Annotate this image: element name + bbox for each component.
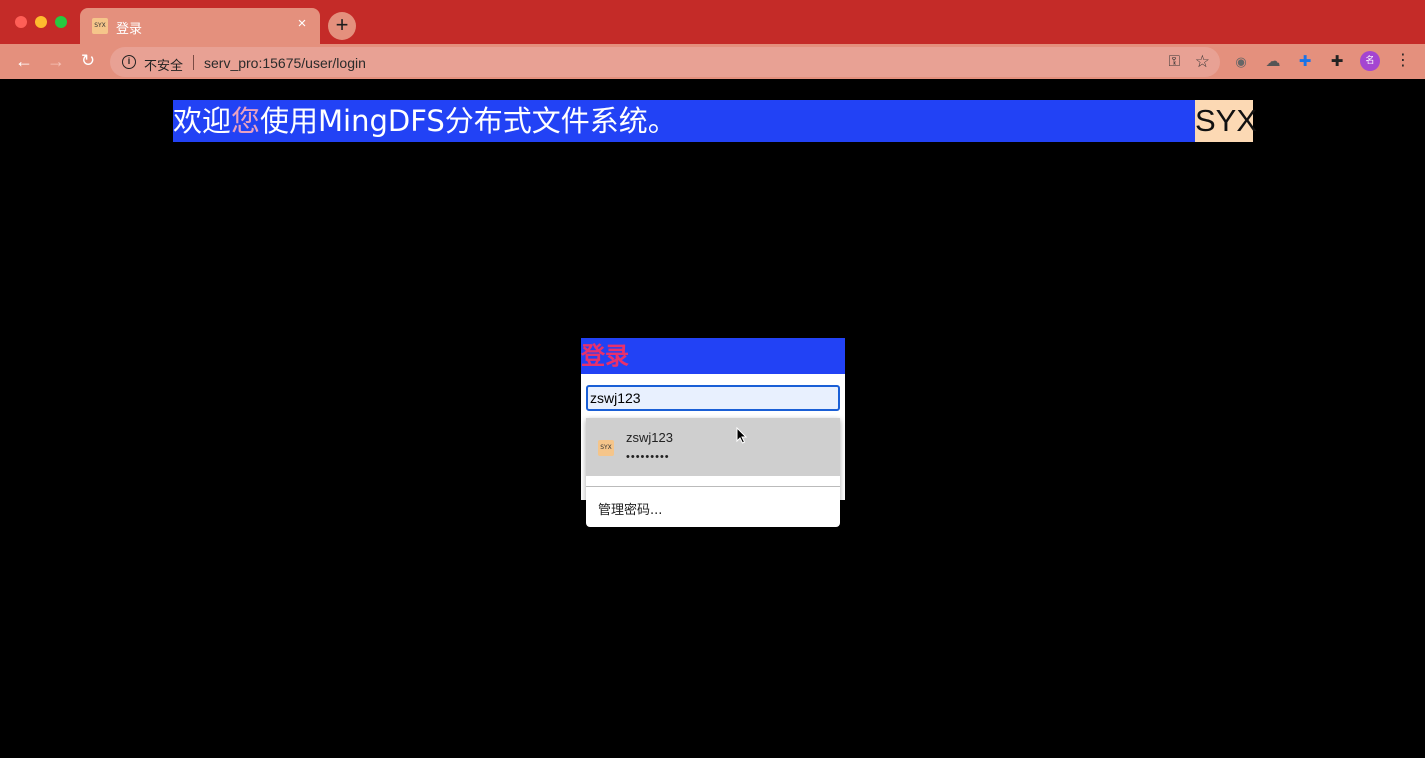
info-icon[interactable]: i	[122, 55, 136, 69]
blue-extension-icon[interactable]: ✚	[1296, 53, 1314, 71]
suggestion-username: zswj123	[626, 430, 673, 445]
new-tab-button[interactable]: +	[328, 12, 356, 40]
reload-button[interactable]: ↻	[76, 50, 100, 74]
camera-extension-icon[interactable]: ◉	[1232, 53, 1250, 71]
back-button[interactable]: ←	[12, 50, 36, 74]
cloud-extension-icon[interactable]: ☁	[1264, 53, 1282, 71]
mouse-cursor-icon	[736, 427, 748, 444]
banner-suffix: 使用MingDFS分布式文件系统。	[260, 104, 677, 138]
welcome-banner: 欢迎您使用MingDFS分布式文件系统。	[173, 100, 1195, 142]
banner-highlight: 您	[231, 104, 261, 138]
suggestion-password-mask: •••••••••	[626, 451, 670, 463]
profile-avatar[interactable]: 名	[1360, 51, 1380, 71]
tab-close-icon[interactable]: ×	[294, 16, 310, 32]
site-favicon-icon: SYX	[598, 440, 614, 456]
tab-favicon-icon: SYX	[92, 18, 108, 34]
minimize-window-button[interactable]	[35, 16, 47, 28]
autofill-divider	[586, 486, 840, 487]
browser-toolbar: ← → ↻ i 不安全 serv_pro:15675/user/login ⚿ …	[0, 44, 1425, 79]
tab-strip: SYX 登录 × +	[0, 0, 1425, 44]
forward-button[interactable]: →	[44, 50, 68, 74]
close-window-button[interactable]	[15, 16, 27, 28]
autofill-suggestion[interactable]: SYX zswj123 •••••••••	[586, 418, 840, 476]
zoom-window-button[interactable]	[55, 16, 67, 28]
extensions-puzzle-icon[interactable]: ✚	[1328, 53, 1346, 71]
active-tab[interactable]: SYX 登录 ×	[80, 8, 320, 44]
manage-passwords-link[interactable]: 管理密码...	[598, 499, 662, 518]
key-icon[interactable]: ⚿	[1169, 53, 1180, 70]
omnibox-divider	[193, 55, 194, 70]
tab-title: 登录	[116, 22, 143, 37]
password-autofill-popup: SYX zswj123 ••••••••• 管理密码...	[586, 418, 840, 527]
brand-logo: SYX	[1195, 100, 1257, 142]
banner-prefix: 欢迎	[173, 104, 232, 138]
security-label[interactable]: 不安全	[144, 55, 183, 74]
bookmark-star-icon[interactable]: ☆	[1195, 52, 1210, 72]
url-text[interactable]: serv_pro:15675/user/login	[204, 55, 366, 71]
browser-menu-icon[interactable]: ⋮	[1395, 51, 1411, 71]
login-title: 登录	[581, 338, 845, 374]
username-input[interactable]: zswj123	[586, 385, 840, 411]
address-bar[interactable]: i 不安全 serv_pro:15675/user/login ⚿ ☆	[110, 47, 1220, 77]
